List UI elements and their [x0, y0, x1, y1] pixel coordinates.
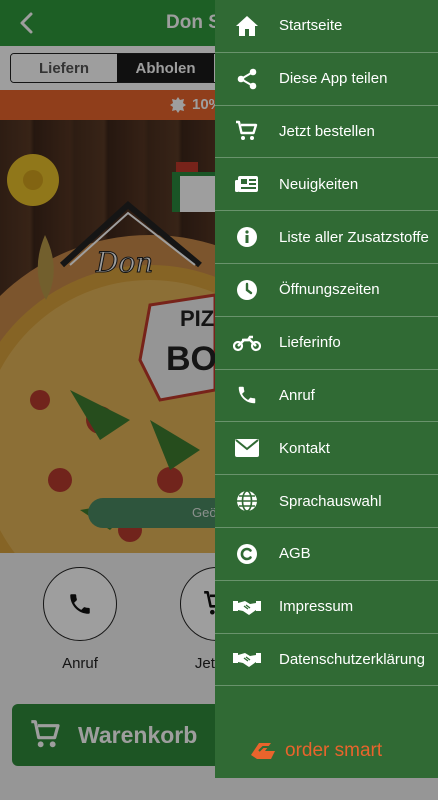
info-icon [237, 227, 257, 248]
menu-item-label: AGB [279, 545, 311, 563]
menu-item-delivery-info[interactable]: Lieferinfo [215, 317, 438, 370]
copyright-icon [237, 543, 257, 564]
menu-item-label: Anruf [279, 386, 315, 404]
menu-item-label: Kontakt [279, 439, 330, 457]
newspaper-icon [235, 176, 258, 193]
menu-item-imprint[interactable]: Impressum [215, 581, 438, 634]
menu-item-privacy[interactable]: Datenschutzerklärung [215, 634, 438, 687]
menu-item-label: Jetzt bestellen [279, 122, 375, 140]
envelope-icon [235, 439, 259, 458]
menu-item-startseite[interactable]: Startseite [215, 0, 438, 53]
menu-item-label: Impressum [279, 598, 354, 616]
menu-item-label: Öffnungszeiten [279, 281, 380, 299]
menu-item-terms[interactable]: AGB [215, 528, 438, 581]
clock-icon [237, 279, 257, 300]
home-icon [236, 15, 258, 36]
menu-item-opening-hours[interactable]: Öffnungszeiten [215, 264, 438, 317]
menu-item-label: Diese App teilen [279, 70, 388, 88]
menu-item-additives[interactable]: Liste aller Zusatzstoffe [215, 211, 438, 264]
menu-item-label: Neuigkeiten [279, 175, 359, 193]
cart-icon [236, 121, 258, 141]
brand-text: order smart [285, 740, 383, 761]
handshake-icon [233, 653, 261, 668]
menu-item-label: Sprachauswahl [279, 492, 382, 510]
menu-item-label: Lieferinfo [279, 334, 341, 352]
phone-icon [238, 387, 256, 404]
order-smart-logo-icon [251, 743, 275, 759]
menu-item-share-app[interactable]: Diese App teilen [215, 53, 438, 106]
menu-item-label: Liste aller Zusatzstoffe [279, 228, 429, 246]
share-icon [237, 68, 257, 89]
menu-item-contact[interactable]: Kontakt [215, 422, 438, 476]
menu-item-language[interactable]: Sprachauswahl [215, 475, 438, 528]
menu-item-order-now[interactable]: Jetzt bestellen [215, 106, 438, 159]
brand-logo: order smart [251, 740, 382, 762]
motorcycle-icon [233, 335, 261, 351]
menu-item-call[interactable]: Anruf [215, 370, 438, 423]
handshake-icon [233, 600, 261, 615]
globe-icon [237, 490, 257, 512]
menu-item-news[interactable]: Neuigkeiten [215, 158, 438, 212]
navigation-drawer: Startseite Diese App teilen Jetzt bestel… [215, 0, 438, 778]
menu-item-label: Startseite [279, 17, 343, 35]
menu-item-label: Datenschutzerklärung [279, 650, 425, 668]
